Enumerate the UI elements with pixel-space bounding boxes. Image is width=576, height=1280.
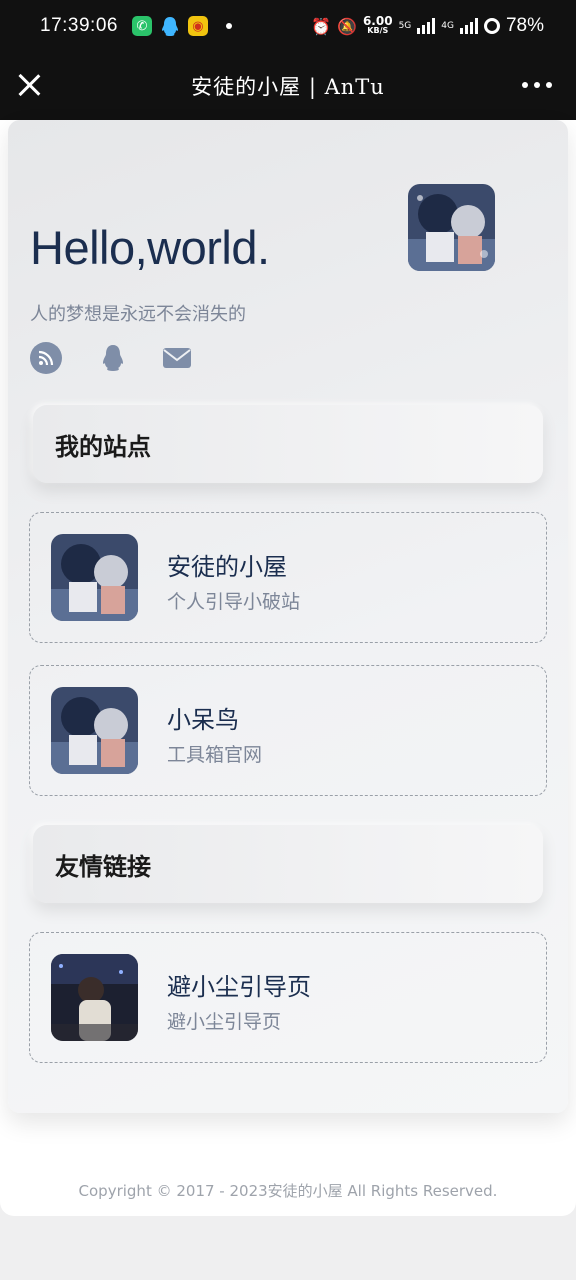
- site-thumbnail: [51, 687, 138, 774]
- weibo-app-icon: ◉: [187, 16, 208, 36]
- site-card[interactable]: 安徒的小屋 个人引导小破站: [29, 512, 547, 643]
- site-name: 安徒的小屋: [167, 553, 287, 581]
- system-indicators: ⏰ 🔕 6.00 KB/S 5G 4G 78%: [311, 15, 544, 37]
- greeting-heading: Hello,world.: [30, 221, 270, 274]
- friend-thumbnail: [51, 954, 138, 1041]
- mail-icon[interactable]: [162, 342, 192, 374]
- friend-description: 避小尘引导页: [167, 1011, 282, 1033]
- mute-icon: 🔕: [337, 16, 357, 36]
- signal-icon-2: [459, 18, 478, 34]
- qq-app-icon: [160, 16, 180, 36]
- qq-icon[interactable]: [98, 342, 128, 374]
- rss-icon[interactable]: [30, 342, 62, 374]
- friend-name: 避小尘引导页: [167, 973, 311, 1001]
- phone-app-icon: ✆: [131, 16, 152, 36]
- network-speed: 6.00 KB/S: [362, 14, 393, 35]
- main-card: Hello,world. 人的梦想是永远不会消失的 我的站点 安徒的小屋 个人引…: [8, 120, 568, 1113]
- page-title: 安徒的小屋 | AnTu: [191, 75, 385, 99]
- site-card[interactable]: 小呆鸟 工具箱官网: [29, 665, 547, 796]
- battery-percent: 78%: [505, 15, 544, 36]
- battery-ring-icon: [483, 18, 500, 34]
- status-time: 17:39:06: [40, 15, 118, 36]
- friend-link-card[interactable]: 避小尘引导页 避小尘引导页: [29, 932, 547, 1063]
- notification-icons: ✆ ◉: [131, 16, 232, 36]
- alarm-icon: ⏰: [311, 16, 332, 36]
- motto-text: 人的梦想是永远不会消失的: [30, 304, 246, 325]
- site-name: 小呆鸟: [167, 706, 239, 734]
- site-thumbnail: [51, 534, 138, 621]
- site-description: 工具箱官网: [167, 744, 263, 766]
- status-bar: 17:39:06 ✆ ◉ ⏰ 🔕 6.00 KB/S 5G 4G 78%: [0, 0, 576, 52]
- nav-bar: 安徒的小屋 | AnTu: [0, 52, 576, 120]
- network-4g-label: 4G: [441, 21, 454, 31]
- profile-avatar: [408, 184, 495, 271]
- more-notifications-dot: [225, 23, 232, 29]
- more-icon[interactable]: [522, 82, 552, 88]
- section-friend-links: 友情链接: [33, 825, 543, 903]
- site-description: 个人引导小破站: [167, 591, 301, 613]
- footer-copyright: Copyright © 2017 - 2023安徒的小屋 All Rights …: [78, 1182, 498, 1200]
- section-my-sites: 我的站点: [33, 405, 543, 483]
- signal-icon: [417, 18, 436, 34]
- network-5g-label: 5G: [398, 21, 412, 31]
